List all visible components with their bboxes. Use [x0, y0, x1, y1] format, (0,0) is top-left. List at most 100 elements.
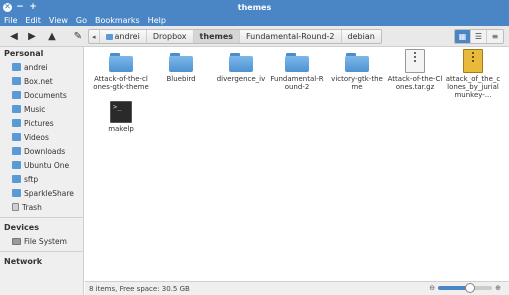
folder-icon: [12, 133, 21, 141]
file-label: victory-gtk-theme: [331, 75, 383, 91]
sidebar-item-ubuntu-one[interactable]: Ubuntu One: [0, 158, 83, 172]
archive-icon: [463, 49, 483, 73]
section-network-label: Network: [4, 257, 43, 266]
forward-arrow-icon[interactable]: ▶: [24, 28, 40, 44]
sidebar-divider: [0, 251, 83, 252]
up-directory-icon[interactable]: ▲: [44, 28, 60, 44]
sidebar-item-andrei[interactable]: andrei: [0, 60, 83, 74]
sidebar-item-label: Ubuntu One: [24, 160, 70, 170]
terminal-icon: >_: [110, 101, 132, 123]
file-grid: Attack-of-the-clones-gtk-theme Bluebird …: [85, 47, 509, 281]
sidebar-item-box-net[interactable]: Box.net: [0, 74, 83, 88]
file-item-divergence-iv[interactable]: divergence_iv: [213, 51, 269, 83]
maximize-window-icon[interactable]: +: [28, 2, 38, 12]
minimize-window-icon[interactable]: −: [15, 2, 25, 12]
section-personal-label: Personal: [4, 49, 44, 58]
crumb-dropbox[interactable]: Dropbox: [147, 30, 194, 43]
sidebar-item-label: Documents: [24, 90, 67, 100]
menu-bookmarks[interactable]: Bookmarks: [95, 16, 140, 25]
folder-icon: [168, 51, 194, 73]
menu-edit[interactable]: Edit: [25, 16, 41, 25]
sidebar-item-sftp[interactable]: sftp: [0, 172, 83, 186]
folder-icon: [12, 175, 21, 183]
folder-icon: [12, 77, 21, 85]
crumb-themes[interactable]: themes: [193, 30, 241, 43]
section-network[interactable]: Network: [0, 255, 83, 268]
folder-icon: [12, 105, 21, 113]
zoom-in-icon[interactable]: ⊕: [495, 284, 501, 292]
file-label: Fundamental-Round-2: [270, 75, 324, 91]
crumb-debian[interactable]: debian: [342, 30, 381, 43]
sidebar-item-documents[interactable]: Documents: [0, 88, 83, 102]
status-text: 8 items, Free space: 30.5 GB: [89, 284, 190, 293]
section-personal: Personal: [0, 47, 83, 60]
edit-location-icon[interactable]: ✎: [70, 28, 86, 44]
zoom-slider[interactable]: [438, 283, 493, 293]
file-item-attack-of-the-clones-tar-gz[interactable]: Attack-of-the-Clones.tar.gz: [387, 49, 443, 91]
menu-help[interactable]: Help: [148, 16, 166, 25]
menu-bar: File Edit View Go Bookmarks Help: [0, 14, 509, 26]
archive-icon: [405, 49, 425, 73]
sidebar: Personal andrei Box.net Documents Music …: [0, 47, 84, 295]
compact-view-icon[interactable]: ≡: [487, 30, 503, 43]
file-item-victory-gtk-theme[interactable]: victory-gtk-theme: [329, 51, 385, 91]
folder-icon: [228, 51, 254, 73]
sidebar-item-label: Music: [24, 104, 46, 114]
close-window-icon[interactable]: ✕: [3, 2, 12, 12]
home-folder-icon: [105, 33, 113, 40]
sidebar-item-label: SparkleShare: [24, 188, 74, 198]
section-devices-label: Devices: [4, 223, 39, 232]
sidebar-divider: [0, 217, 83, 218]
zoom-slider-handle[interactable]: [464, 283, 475, 293]
zoom-control: ⊖ ⊕: [429, 283, 501, 293]
folder-icon: [12, 147, 21, 155]
folder-icon: [12, 91, 21, 99]
window-controls: ✕ − +: [0, 2, 40, 12]
view-mode-switcher: ▦ ☰ ≡: [454, 29, 504, 44]
file-label: Attack-of-the-clones-gtk-theme: [93, 75, 149, 91]
folder-icon: [344, 51, 370, 73]
crumb-fundamental-round-2[interactable]: Fundamental-Round-2: [240, 30, 342, 43]
window-title: themes: [237, 2, 272, 12]
sidebar-item-music[interactable]: Music: [0, 102, 83, 116]
crumb-andrei[interactable]: andrei: [100, 30, 147, 43]
folder-icon: [108, 51, 134, 73]
file-item-makelp[interactable]: >_ makelp: [93, 101, 149, 133]
file-label: Bluebird: [166, 75, 196, 83]
folder-icon: [12, 189, 21, 197]
sidebar-item-label: Pictures: [24, 118, 54, 128]
file-item-bluebird[interactable]: Bluebird: [153, 51, 209, 83]
breadcrumb: ◂ andrei Dropbox themes Fundamental-Roun…: [88, 29, 382, 44]
menu-view[interactable]: View: [49, 16, 68, 25]
file-item-fundamental-round-2[interactable]: Fundamental-Round-2: [269, 51, 325, 91]
icon-view-icon[interactable]: ▦: [455, 30, 471, 43]
sidebar-item-downloads[interactable]: Downloads: [0, 144, 83, 158]
sidebar-item-label: sftp: [24, 174, 39, 184]
title-bar: ✕ − + themes: [0, 0, 509, 14]
file-item-attack-of-the-clones-by-jurialmunkey[interactable]: attack_of_the_clones_by_jurialmunkey-...: [445, 49, 501, 99]
menu-file[interactable]: File: [4, 16, 17, 25]
sidebar-item-trash[interactable]: Trash: [0, 200, 83, 214]
file-label: Attack-of-the-Clones.tar.gz: [387, 75, 443, 91]
folder-icon: [12, 119, 21, 127]
sidebar-item-label: andrei: [24, 62, 48, 72]
section-devices: Devices: [0, 221, 83, 234]
sidebar-item-label: Downloads: [24, 146, 66, 156]
zoom-out-icon[interactable]: ⊖: [429, 284, 435, 292]
sidebar-item-label: Videos: [24, 132, 49, 142]
sidebar-item-file-system[interactable]: File System: [0, 234, 83, 248]
status-bar: 8 items, Free space: 30.5 GB ⊖ ⊕: [85, 281, 509, 295]
sidebar-item-label: Box.net: [24, 76, 53, 86]
sidebar-item-sparkleshare[interactable]: SparkleShare: [0, 186, 83, 200]
crumb-left-arrow-icon[interactable]: ◂: [89, 30, 100, 43]
trash-icon: [12, 203, 19, 211]
menu-go[interactable]: Go: [76, 16, 87, 25]
sidebar-item-videos[interactable]: Videos: [0, 130, 83, 144]
crumb-andrei-label: andrei: [114, 32, 140, 41]
file-item-attack-of-the-clones-gtk-theme[interactable]: Attack-of-the-clones-gtk-theme: [93, 51, 149, 91]
list-view-icon[interactable]: ☰: [471, 30, 487, 43]
home-folder-icon: [12, 63, 21, 71]
back-arrow-icon[interactable]: ◀: [6, 28, 22, 44]
folder-icon: [284, 51, 310, 73]
sidebar-item-pictures[interactable]: Pictures: [0, 116, 83, 130]
